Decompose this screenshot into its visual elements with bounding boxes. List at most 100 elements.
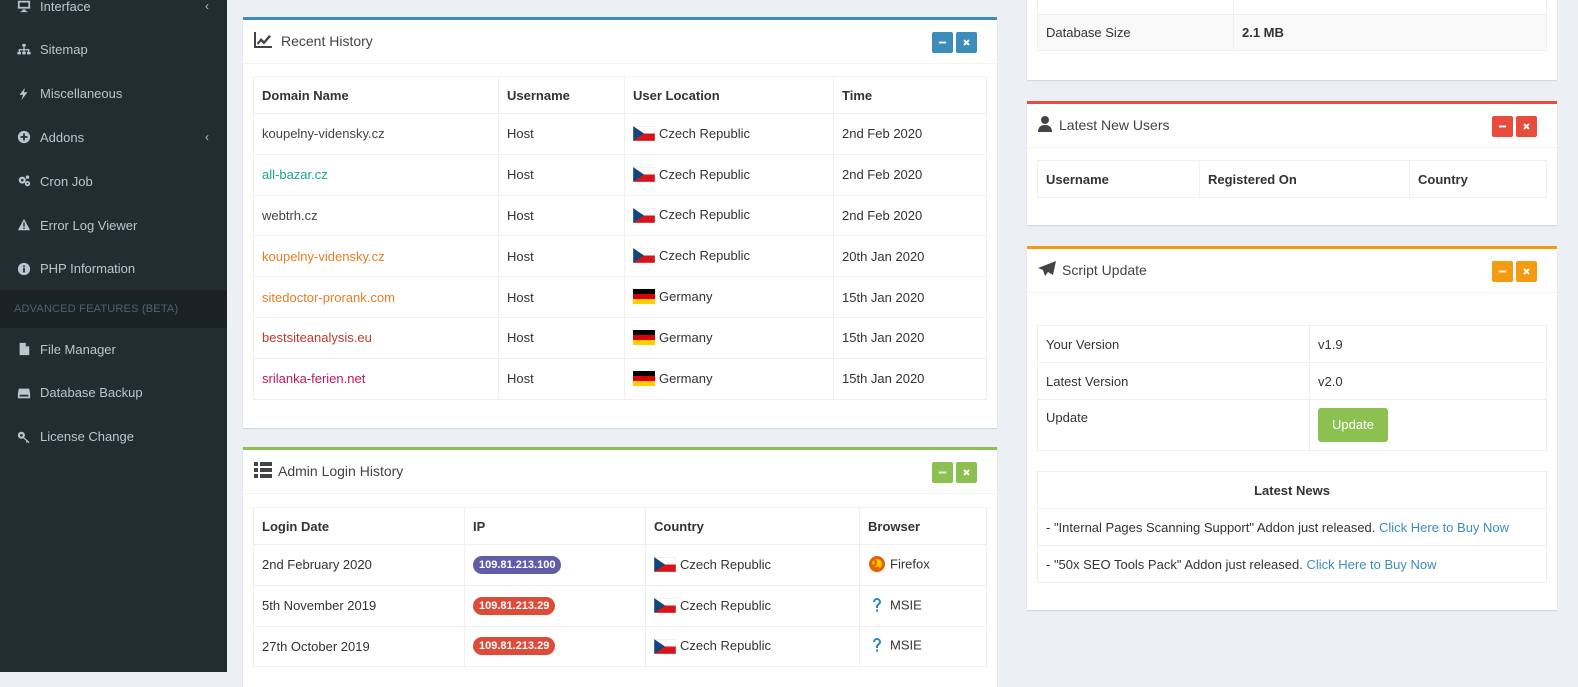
box-header: Recent History [243,20,997,64]
ip-badge: 109.81.213.29 [473,596,556,615]
czech-flag-icon [633,207,655,223]
box-header: Admin Login History [243,450,997,494]
domain-link[interactable]: sitedoctor-prorank.com [262,290,395,305]
table-row: koupelny-vidensky.cz Host Czech Republic 20… [253,235,987,278]
list-icon [253,461,273,479]
time-cell: 15th Jan 2020 [833,316,987,359]
collapse-button[interactable] [932,462,953,483]
domain-link[interactable]: webtrh.cz [262,208,318,223]
germany-flag-icon [633,329,655,345]
country-text: Czech Republic [680,638,772,654]
stats-table: Database Size 2.1 MB [1037,0,1547,51]
box-title: Admin Login History [278,463,404,479]
domain-link[interactable]: all-bazar.cz [262,167,328,182]
column-header: User Location [624,76,834,114]
sidebar-item-label: Sitemap [40,42,88,58]
column-header: Browser [859,507,987,545]
collapse-button[interactable] [932,32,953,53]
sidebar-item-miscellaneous[interactable]: Miscellaneous [0,74,227,114]
ip-cell: 109.81.213.100 [464,544,646,586]
column-header: Domain Name [253,76,499,114]
close-button[interactable] [956,462,977,483]
latest-version-value: v2.0 [1309,362,1547,400]
domain-cell: sitedoctor-prorank.com [253,276,499,318]
location-cell: Germany [624,316,834,359]
column-header: Country [1409,160,1547,198]
location-text: Germany [659,289,713,305]
bolt-icon [16,86,32,102]
sidebar-item-license-change[interactable]: License Change [0,417,227,457]
news-row: - "Internal Pages Scanning Support" Addo… [1037,508,1547,546]
script-update-box: Script Update Your Version v1.9 Latest V… [1027,246,1557,610]
sidebar-item-error-log-viewer[interactable]: Error Log Viewer [0,205,227,245]
domain-cell: webtrh.cz [253,194,499,237]
username-cell: Host [498,194,625,237]
table-row: sitedoctor-prorank.com Host Germany 15th Ja… [253,276,987,318]
sidebar-item-php-information[interactable]: PHP Information [0,249,227,289]
browser-cell: MSIE [859,625,987,668]
sidebar-item-label: PHP Information [40,261,136,277]
domain-link[interactable]: srilanka-ferien.net [262,371,365,386]
domain-cell: koupelny-vidensky.cz [253,113,499,155]
buy-now-link[interactable]: Click Here to Buy Now [1379,520,1509,535]
buy-now-link[interactable]: Click Here to Buy Now [1306,557,1436,572]
close-button[interactable] [956,32,977,53]
login-date-cell: 27th October 2019 [253,625,465,668]
sidebar-item-addons[interactable]: Addons ‹ [0,117,227,157]
sidebar-item-cron-job[interactable]: Cron Job [0,161,227,201]
info-icon [16,261,32,277]
domain-link[interactable]: koupelny-vidensky.cz [262,249,385,264]
time-cell: 15th Jan 2020 [833,276,987,318]
location-cell: Germany [624,276,834,318]
latest-users-box: Latest New Users Username Registered On … [1027,101,1557,225]
sidebar-item-file-manager[interactable]: File Manager [0,329,227,369]
location-text: Czech Republic [659,166,751,182]
czech-flag-icon [654,638,676,654]
user-icon [1037,115,1057,133]
sidebar-item-sitemap[interactable]: Sitemap [0,30,227,70]
table-row: webtrh.cz Host Czech Republic 2nd Feb 2020 [253,194,987,237]
close-button[interactable] [1516,261,1537,282]
stats-label: Database Size [1037,14,1234,51]
your-version-label: Your Version [1037,325,1310,363]
table-row: bestsiteanalysis.eu Host Germany 15th Jan 2… [253,316,987,359]
column-header: Registered On [1199,160,1410,198]
question-icon [868,636,886,654]
username-cell: Host [498,276,625,318]
news-text: - "50x SEO Tools Pack" Addon just releas… [1046,556,1307,572]
column-header: IP [464,507,646,545]
update-button[interactable]: Update [1318,408,1388,442]
browser-name: MSIE [890,597,922,613]
collapse-button[interactable] [1492,261,1513,282]
login-date-cell: 5th November 2019 [253,584,465,627]
username-cell: Host [498,153,625,196]
news-row: - "50x SEO Tools Pack" Addon just releas… [1037,545,1547,583]
domain-link[interactable]: koupelny-vidensky.cz [262,126,385,141]
update-cell: Update [1309,399,1547,451]
sidebar-item-interface[interactable]: Interface ‹ [0,0,227,26]
chevron-left-icon: ‹ [205,130,209,145]
table-row: all-bazar.cz Host Czech Republic 2nd Feb 20… [253,153,987,196]
time-cell: 15th Jan 2020 [833,357,987,400]
sidebar-item-database-backup[interactable]: Database Backup [0,373,227,413]
domain-cell: bestsiteanalysis.eu [253,316,499,359]
close-button[interactable] [1516,116,1537,137]
paper-plane-icon [1037,260,1057,278]
username-cell: Host [498,316,625,359]
box-header: Latest New Users [1027,104,1557,148]
news-cell: - "Internal Pages Scanning Support" Addo… [1037,508,1547,546]
domain-link[interactable]: bestsiteanalysis.eu [262,330,372,345]
update-label: Update [1037,399,1310,451]
germany-flag-icon [633,289,655,305]
column-header: Time [833,76,987,114]
domain-cell: koupelny-vidensky.cz [253,235,499,278]
column-header: Username [1037,160,1200,198]
ip-cell: 109.81.213.29 [464,625,646,668]
browser-name: MSIE [890,637,922,653]
sidebar-item-label: Cron Job [40,173,93,189]
box-title: Recent History [281,33,373,49]
sidebar-item-label: License Change [40,429,134,445]
collapse-button[interactable] [1492,116,1513,137]
column-header: Country [645,507,860,545]
country-cell: Czech Republic [645,544,860,586]
